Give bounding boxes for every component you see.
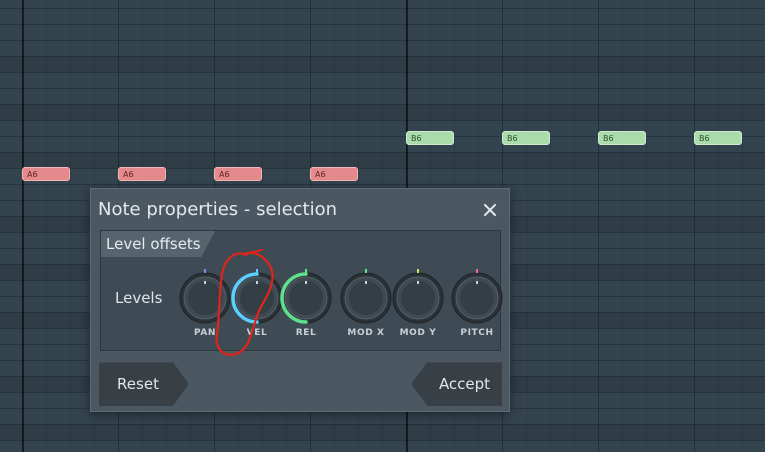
pitch-knob-graphic bbox=[451, 269, 503, 324]
pan-knob-label: PAN bbox=[193, 328, 217, 338]
pan-knob[interactable]: PAN bbox=[175, 268, 235, 348]
close-icon[interactable] bbox=[481, 201, 499, 219]
levels-label: Levels bbox=[115, 289, 163, 307]
level-offsets-label: Level offsets bbox=[106, 235, 201, 253]
note-a6[interactable]: A6 bbox=[310, 167, 358, 181]
note-b6[interactable]: B6 bbox=[502, 131, 550, 145]
note-b6[interactable]: B6 bbox=[406, 131, 454, 145]
mod-y-knob-graphic bbox=[392, 269, 444, 324]
mod-x-knob[interactable]: MOD X bbox=[336, 268, 396, 348]
pitch-knob[interactable]: PITCH bbox=[447, 268, 507, 348]
key-row bbox=[0, 56, 765, 72]
note-b6[interactable]: B6 bbox=[598, 131, 646, 145]
level-offsets-panel: Level offsets Levels PAN VEL REL MOD X M… bbox=[100, 230, 503, 351]
rel-knob-label: REL bbox=[295, 328, 317, 338]
key-row bbox=[0, 104, 765, 120]
accept-button-label: Accept bbox=[438, 375, 491, 393]
reset-button-label: Reset bbox=[117, 375, 159, 393]
level-offsets-tab: Level offsets bbox=[101, 231, 215, 257]
note-properties-dialog: Note properties - selection Level offset… bbox=[90, 188, 510, 412]
note-a6[interactable]: A6 bbox=[214, 167, 262, 181]
mod-y-knob-label: MOD Y bbox=[399, 328, 437, 338]
rel-knob-graphic bbox=[280, 269, 332, 324]
note-b6[interactable]: B6 bbox=[694, 131, 742, 145]
mod-x-knob-graphic bbox=[340, 269, 392, 324]
mod-x-knob-label: MOD X bbox=[347, 328, 385, 338]
note-a6[interactable]: A6 bbox=[118, 167, 166, 181]
dialog-title: Note properties - selection bbox=[98, 199, 338, 220]
accept-button[interactable]: Accept bbox=[411, 362, 502, 406]
rel-knob[interactable]: REL bbox=[276, 268, 336, 348]
pitch-knob-label: PITCH bbox=[460, 328, 494, 338]
reset-button[interactable]: Reset bbox=[99, 362, 189, 406]
key-row bbox=[0, 424, 765, 440]
note-a6[interactable]: A6 bbox=[22, 167, 70, 181]
pan-knob-graphic bbox=[179, 269, 231, 324]
mod-y-knob[interactable]: MOD Y bbox=[388, 268, 448, 348]
key-row bbox=[0, 152, 765, 168]
